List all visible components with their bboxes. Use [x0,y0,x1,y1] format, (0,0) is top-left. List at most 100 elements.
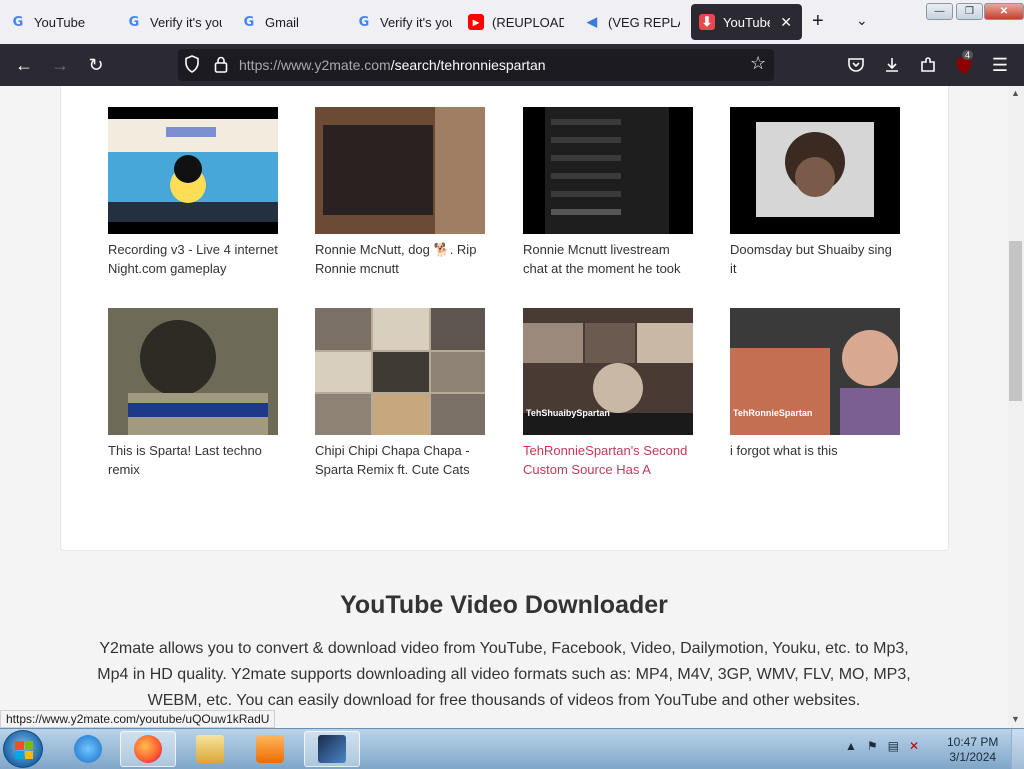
taskbar-video-editor[interactable] [304,731,360,767]
extensions-button[interactable] [915,52,941,78]
tab-title: Gmail [265,14,299,30]
video-result[interactable]: TehShuaibySpartan TehRonnieSpartan's Sec… [523,308,693,479]
video-thumbnail[interactable] [108,107,278,234]
pocket-icon [848,58,864,72]
media-player-icon [256,735,284,763]
taskbar: ▲ ⚑ ▤ ✕ 10:47 PM 3/1/2024 [0,728,1024,769]
forward-button[interactable]: → [47,52,73,78]
tab-title: YouTube D [723,14,771,30]
tab-youtube-downloader[interactable]: ⬇ YouTube D ✕ [691,4,802,40]
downloads-button[interactable] [879,52,905,78]
vertical-scrollbar[interactable]: ▲ ▼ [1008,86,1024,728]
lock-icon[interactable] [214,55,228,78]
start-button[interactable] [3,730,43,768]
action-center-flag-icon[interactable]: ⚑ [867,739,878,753]
video-title[interactable]: This is Sparta! Last techno remix [108,441,278,479]
scroll-down-arrow-icon[interactable]: ▼ [1011,714,1020,724]
video-title[interactable]: Doomsday but Shuaiby sing it [730,240,900,278]
video-result[interactable]: TehRonnieSpartan i forgot what is this [730,308,900,479]
url-path: /search/tehronniespartan [390,57,546,73]
google-icon: G [243,14,255,30]
firefox-icon [134,735,162,763]
tab-title: (REUPLOAD) | [492,14,564,30]
google-icon: G [128,14,140,30]
network-icon[interactable]: ▤ [888,739,899,753]
video-result[interactable]: Doomsday but Shuaiby sing it [730,107,900,278]
taskbar-media-player[interactable] [242,731,298,767]
video-title[interactable]: TehRonnieSpartan's Second Custom Source … [523,441,693,479]
tab-strip: G YouTube G Verify it's you G Gmail G Ve… [0,0,1024,44]
video-thumbnail[interactable] [315,308,485,435]
maximize-button[interactable]: ❐ [956,3,983,20]
video-thumbnail[interactable]: TehShuaibySpartan [523,308,693,435]
list-all-tabs-button[interactable]: ⌄ [856,12,868,29]
tab-verify-1[interactable]: G Verify it's you [118,4,230,40]
section-description: Y2mate allows you to convert & download … [97,640,911,709]
taskbar-firefox[interactable] [120,731,176,767]
clock[interactable]: 10:47 PM 3/1/2024 [947,735,998,765]
youtube-icon: ▶ [468,14,484,30]
video-title[interactable]: Ronnie Mcnutt livestream chat at the mom… [523,240,693,278]
menu-button[interactable]: ☰ [987,52,1013,78]
taskbar-internet-explorer[interactable] [60,731,116,767]
video-thumbnail[interactable]: TehRonnieSpartan [730,308,900,435]
bookmark-star-icon[interactable]: ☆ [750,53,766,74]
video-title[interactable]: Ronnie McNutt, dog 🐕. Rip Ronnie mcnutt [315,240,485,278]
tab-reupload[interactable]: ▶ (REUPLOAD) | [460,4,572,40]
video-result[interactable]: Recording v3 - Live 4 internet Night.com… [108,107,278,278]
video-thumbnail[interactable] [730,107,900,234]
back-button[interactable]: ← [11,52,37,78]
address-bar[interactable]: https://www.y2mate.com/search/tehronnies… [178,49,774,81]
video-thumbnail[interactable] [315,107,485,234]
url-text[interactable]: https://www.y2mate.com/search/tehronnies… [239,57,546,73]
section-title: YouTube Video Downloader [340,591,668,619]
video-result[interactable]: This is Sparta! Last techno remix [108,308,278,479]
tab-title: Verify it's you [380,14,452,30]
results-card: Recording v3 - Live 4 internet Night.com… [60,86,949,551]
puzzle-piece-icon [921,57,935,72]
minimize-button[interactable]: — [926,3,953,20]
video-title[interactable]: i forgot what is this [730,441,900,479]
new-tab-button[interactable]: + [812,10,824,33]
video-result[interactable]: Ronnie McNutt, dog 🐕. Rip Ronnie mcnutt [315,107,485,278]
file-explorer-icon [196,735,224,763]
video-thumbnail[interactable] [108,308,278,435]
tab-gmail[interactable]: G Gmail [233,4,345,40]
close-tab-icon[interactable]: ✕ [778,14,794,31]
thumbnail-overlay-text: TehRonnieSpartan [733,408,813,418]
windows-logo-icon [15,741,33,759]
scrollbar-thumb[interactable] [1009,241,1022,401]
arrow-right-icon: → [51,54,69,75]
shield-icon[interactable] [184,55,200,78]
download-icon: ⬇ [699,14,715,30]
close-window-button[interactable]: ✕ [984,3,1024,20]
video-title[interactable]: Recording v3 - Live 4 internet Night.com… [108,240,278,278]
volume-muted-icon[interactable]: ✕ [909,739,919,753]
url-host: https://www.y2mate.com [239,57,391,73]
extension-badge: 4 [962,50,974,60]
thumbnail-overlay-text: TehShuaibySpartan [526,408,610,418]
video-result[interactable]: Chipi Chipi Chapa Chapa - Sparta Remix f… [315,308,485,479]
reload-button[interactable]: ↻ [83,52,109,78]
clock-time: 10:47 PM [947,735,999,749]
tab-veg-replace[interactable]: ◀ (VEG REPLAC [576,4,688,40]
google-icon: G [12,14,24,30]
tab-youtube[interactable]: G YouTube [2,4,114,40]
clock-date: 3/1/2024 [949,750,997,764]
video-thumbnail[interactable] [523,107,693,234]
download-icon [886,58,898,72]
internet-explorer-icon [74,735,102,763]
pocket-button[interactable] [843,52,869,78]
reload-icon: ↻ [88,54,104,75]
tab-verify-2[interactable]: G Verify it's you [348,4,460,40]
video-title[interactable]: Chipi Chipi Chapa Chapa - Sparta Remix f… [315,441,485,479]
hamburger-icon: ☰ [991,54,1009,75]
scroll-up-arrow-icon[interactable]: ▲ [1011,88,1020,98]
tab-title: Verify it's you [150,14,222,30]
page-content: Recording v3 - Live 4 internet Night.com… [0,86,1008,728]
show-desktop-button[interactable] [1011,729,1024,769]
video-result[interactable]: Ronnie Mcnutt livestream chat at the mom… [523,107,693,278]
show-hidden-icons-icon[interactable]: ▲ [845,739,857,753]
status-bar-url: https://www.y2mate.com/youtube/uQOuw1kRa… [0,710,276,728]
taskbar-file-explorer[interactable] [182,731,238,767]
